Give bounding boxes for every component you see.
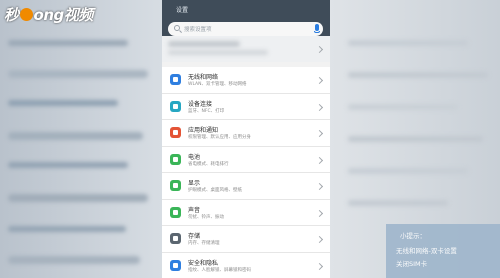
settings-item-title: 应用和通知	[188, 127, 219, 134]
logo-d-icon	[19, 8, 33, 21]
device-connection-icon	[170, 100, 181, 112]
settings-item-title: 声音	[188, 206, 201, 214]
settings-item-title: 显示	[188, 180, 201, 187]
page-title: 设置	[176, 7, 189, 14]
settings-item-sound[interactable]: 声音 勿扰、铃声、振动	[162, 200, 330, 226]
blurred-account-name	[168, 41, 240, 47]
blurred-account-detail	[168, 50, 268, 55]
settings-item-subtitle: 勿扰、铃声、振动	[188, 214, 224, 220]
shield-icon	[170, 259, 181, 271]
settings-item-title: 存储	[188, 233, 201, 240]
settings-item-title: 电池	[188, 153, 201, 161]
tip-line: 关闭SIM卡	[396, 260, 428, 268]
chevron-right-icon	[315, 235, 324, 244]
settings-item-subtitle: 省电模式、耗电排行	[188, 161, 229, 167]
chevron-right-icon	[315, 103, 324, 111]
chevron-right-icon	[315, 262, 324, 270]
tip-box: 小提示： 无线和网络-双卡设置 关闭SIM卡	[386, 224, 500, 278]
settings-item-display[interactable]: 显示 护眼模式、桌面风格、壁纸	[162, 173, 330, 200]
chevron-right-icon	[315, 45, 324, 54]
display-icon	[170, 180, 181, 191]
battery-icon	[170, 153, 181, 165]
settings-item-title: 设备连接	[188, 100, 213, 108]
watermark-text-3: 视频	[63, 6, 94, 24]
settings-item-subtitle: 护眼模式、桌面风格、壁纸	[188, 188, 242, 193]
speaker-icon	[170, 206, 181, 218]
settings-item-subtitle: 蓝牙、NFC、打印	[188, 108, 225, 114]
search-icon	[174, 25, 180, 31]
settings-item-storage[interactable]: 存储 内存、存储清理	[162, 226, 330, 253]
settings-item-wireless-network[interactable]: 无线和网络 WLAN、双卡管理、移动网络	[162, 67, 330, 94]
settings-list: 无线和网络 WLAN、双卡管理、移动网络 设备连接 蓝牙、NFC、打印 应用和通…	[162, 67, 330, 278]
account-row[interactable]	[162, 36, 330, 62]
settings-item-subtitle: 指纹、人脸解锁、屏幕锁和密码	[188, 267, 251, 273]
settings-item-subtitle: 内存、存储清理	[188, 241, 220, 246]
tip-line: 无线和网络-双卡设置	[396, 247, 457, 255]
microphone-icon[interactable]	[314, 24, 320, 33]
settings-item-title: 无线和网络	[188, 74, 219, 81]
storage-icon	[170, 233, 181, 244]
chevron-right-icon	[315, 182, 324, 191]
blurred-background-left	[0, 0, 162, 278]
settings-item-subtitle: 权限管理、默认应用、应用分身	[188, 135, 251, 140]
chevron-right-icon	[315, 76, 324, 85]
search-bar[interactable]: 搜索设置项	[168, 22, 323, 36]
watermark-text-1: 秒	[4, 6, 19, 24]
chevron-right-icon	[315, 156, 324, 164]
settings-item-apps-notifications[interactable]: 应用和通知 权限管理、默认应用、应用分身	[162, 120, 330, 147]
phone-screen: 设置 搜索设置项 无线和网络 WLAN、双卡管理、移动网络 设备连接 蓝牙、NF…	[162, 0, 330, 278]
settings-item-title: 安全和隐私	[188, 259, 219, 267]
watermark-logo: 秒 ong视频	[4, 4, 93, 25]
search-placeholder: 搜索设置项	[184, 27, 212, 33]
watermark-text-2: ong	[33, 6, 65, 24]
settings-item-security-privacy[interactable]: 安全和隐私 指纹、人脸解锁、屏幕锁和密码	[162, 253, 330, 278]
chevron-right-icon	[315, 209, 324, 217]
settings-item-device-connection[interactable]: 设备连接 蓝牙、NFC、打印	[162, 94, 330, 120]
settings-item-battery[interactable]: 电池 省电模式、耗电排行	[162, 147, 330, 173]
wifi-icon	[170, 74, 181, 85]
apps-icon	[170, 127, 181, 138]
settings-item-subtitle: WLAN、双卡管理、移动网络	[188, 82, 247, 87]
chevron-right-icon	[315, 129, 324, 138]
tip-title: 小提示：	[400, 232, 426, 240]
